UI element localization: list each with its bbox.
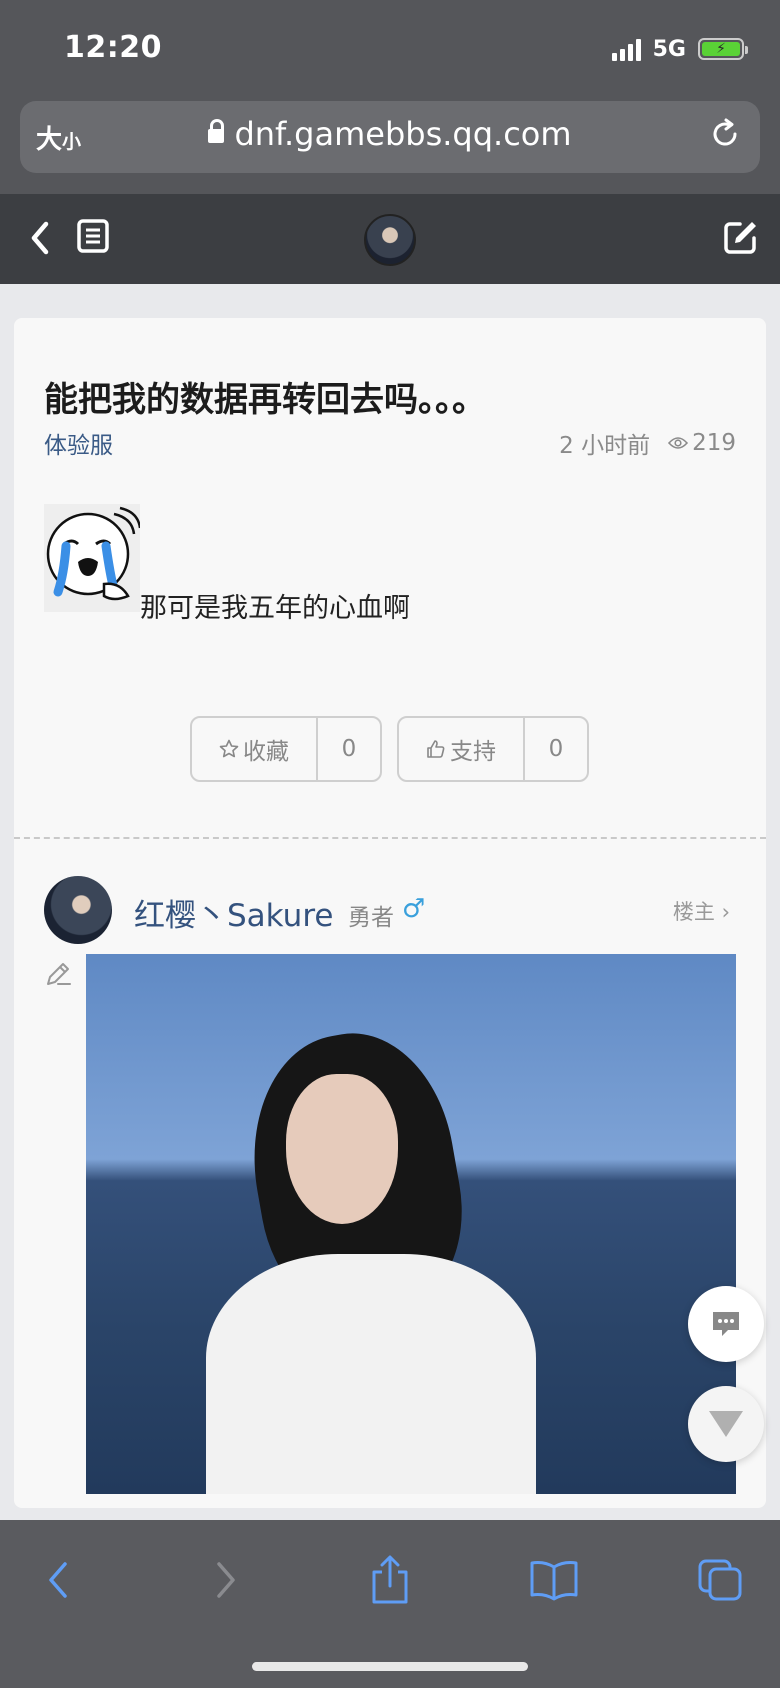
bookmarks-icon [530, 1561, 578, 1601]
comment-button[interactable] [688, 1286, 764, 1362]
support-count: 0 [548, 736, 564, 762]
thread-owner-link[interactable]: 楼主 › [673, 896, 730, 926]
down-arrow-icon [709, 1411, 743, 1437]
share-button[interactable] [360, 1550, 420, 1610]
edit-icon[interactable] [722, 218, 760, 256]
divider [14, 837, 766, 839]
post-photo [86, 954, 736, 1494]
status-indicators: 5G ⚡ [611, 34, 748, 64]
favorite-count: 0 [341, 736, 357, 762]
post-views: 219 [668, 430, 736, 456]
favorite-label: 收藏 [243, 739, 289, 765]
reload-icon[interactable] [708, 117, 742, 151]
thumbs-up-icon [427, 740, 445, 758]
browser-forward-button[interactable] [196, 1550, 256, 1610]
list-icon[interactable] [76, 218, 110, 256]
crying-emoji-image [44, 504, 140, 612]
network-label: 5G [652, 36, 686, 62]
lock-icon [208, 119, 225, 143]
photo-figure-shirt [206, 1254, 536, 1494]
signal-icon [611, 37, 641, 61]
post-title: 能把我的数据再转回去吗。。。 [44, 380, 486, 420]
author-rank: 勇者 [348, 905, 394, 931]
support-button[interactable]: 支持 [399, 718, 525, 780]
address-bar[interactable]: 大小 dnf.gamebbs.qq.com [20, 101, 760, 173]
support-label: 支持 [450, 739, 496, 765]
pencil-icon [47, 963, 71, 985]
support-group: 支持 0 [397, 716, 589, 782]
browser-back-button[interactable] [28, 1550, 88, 1610]
chevron-left-icon [49, 1562, 67, 1598]
post-category-link[interactable]: 体验服 [44, 426, 113, 460]
comment-icon [713, 1312, 739, 1336]
tabs-button[interactable] [690, 1550, 750, 1610]
battery-icon: ⚡ [698, 38, 748, 60]
favorite-button[interactable]: 收藏 [192, 718, 318, 780]
browser-top-chrome: 12:20 5G ⚡ 大小 dnf.gamebbs.qq.com [0, 0, 780, 194]
site-header [0, 194, 780, 284]
status-bar: 12:20 5G ⚡ [0, 0, 780, 96]
status-time: 12:20 [64, 30, 162, 65]
home-indicator [252, 1662, 528, 1671]
scroll-down-button[interactable] [688, 1386, 764, 1462]
tabs-icon [698, 1559, 742, 1601]
post-content-text: 那可是我五年的心血啊 [140, 593, 410, 624]
header-avatar[interactable] [364, 214, 416, 266]
url-display[interactable]: dnf.gamebbs.qq.com [20, 115, 760, 153]
favorite-group: 收藏 0 [190, 716, 382, 782]
chevron-right-icon [217, 1562, 235, 1598]
author-avatar[interactable] [44, 876, 112, 944]
post-meta: 2 小时前 219 [559, 426, 736, 460]
photo-figure-face [286, 1074, 398, 1224]
views-count: 219 [692, 430, 736, 456]
url-text: dnf.gamebbs.qq.com [234, 115, 572, 153]
share-icon [372, 1555, 408, 1604]
bookmarks-button[interactable] [524, 1550, 584, 1610]
post-card: 能把我的数据再转回去吗。。。 体验服 2 小时前 219 那可是我五年的心血啊 … [14, 318, 766, 1508]
eye-icon [668, 437, 689, 449]
back-icon[interactable] [26, 218, 54, 258]
post-time: 2 小时前 [559, 433, 651, 459]
star-icon [219, 739, 239, 758]
author-name[interactable]: 红樱丶Sakure [134, 890, 333, 935]
male-icon: ♂ [402, 894, 426, 924]
